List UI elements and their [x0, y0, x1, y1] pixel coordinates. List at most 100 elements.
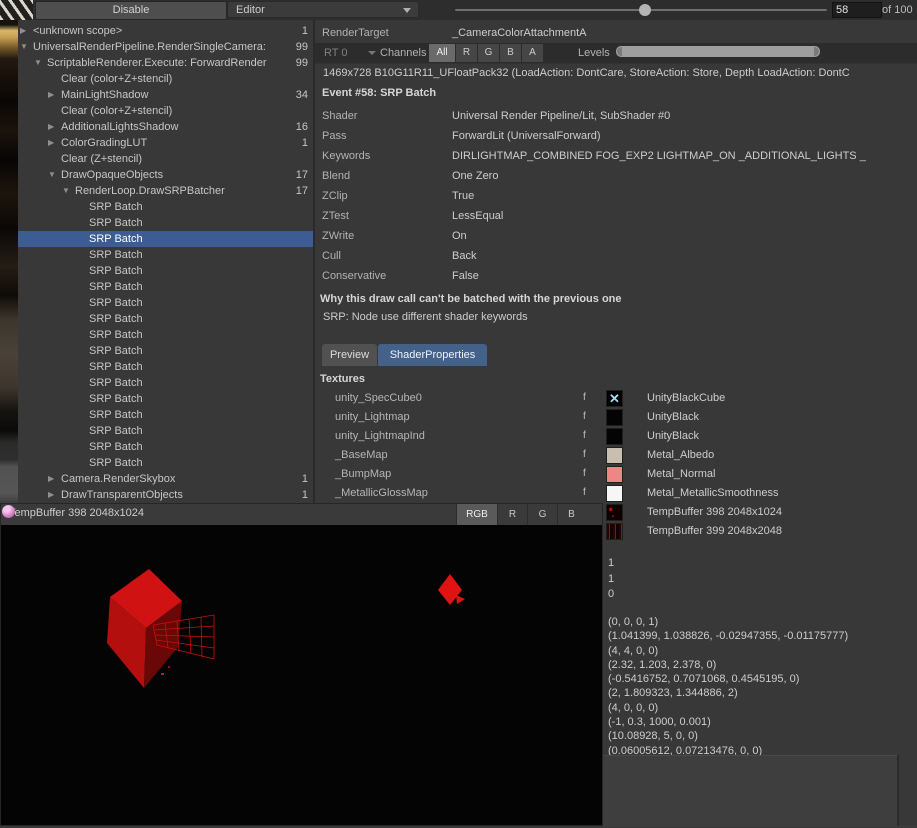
preview-channel-button-g[interactable]: G: [527, 504, 557, 525]
texture-row[interactable]: unity_LightmapfUnityBlack: [315, 408, 917, 427]
tree-row[interactable]: Clear (color+Z+stencil): [18, 103, 313, 119]
tree-row[interactable]: SRP Batch: [18, 199, 313, 215]
tree-row[interactable]: Clear (Z+stencil): [18, 151, 313, 167]
levels-min-handle[interactable]: [617, 47, 622, 56]
frame-slider-knob[interactable]: [639, 4, 651, 16]
texture-flag: f: [583, 411, 586, 422]
event-detail-row: ZClipTrue: [322, 186, 912, 206]
tree-row[interactable]: ▼RenderLoop.DrawSRPBatcher17: [18, 183, 313, 199]
tree-row[interactable]: SRP Batch: [18, 423, 313, 439]
foldout-collapsed-icon[interactable]: ▶: [48, 487, 54, 503]
rt-index-dropdown[interactable]: RT 0: [320, 45, 372, 61]
tree-row-count: 34: [296, 87, 308, 103]
texture-preview-header[interactable]: TempBuffer 398 2048x1024 RGBRGBA: [1, 504, 602, 526]
tree-row[interactable]: ▶AdditionalLightsShadow16: [18, 119, 313, 135]
texture-property-name: unity_Lightmap: [335, 411, 410, 423]
foldout-collapsed-icon[interactable]: ▶: [48, 471, 54, 487]
vector-value: (4, 4, 0, 0): [608, 644, 848, 658]
texture-row[interactable]: unity_SpecCube0f✕UnityBlackCube: [315, 389, 917, 408]
tree-row-count: 17: [296, 183, 308, 199]
levels-range-slider[interactable]: [616, 46, 820, 57]
chevron-down-icon: [368, 51, 376, 55]
texture-asset-name: TempBuffer 399 2048x2048: [647, 525, 782, 537]
foldout-collapsed-icon[interactable]: ▶: [48, 135, 54, 151]
tree-row-count: 17: [296, 167, 308, 183]
tree-row-label: UniversalRenderPipeline.RenderSingleCame…: [33, 39, 266, 55]
target-selector-dropdown[interactable]: Editor: [227, 1, 419, 18]
tree-row[interactable]: SRP Batch: [18, 407, 313, 423]
texture-property-name: unity_SpecCube0: [335, 392, 422, 404]
texture-thumbnail-albedo: [606, 447, 623, 464]
tree-row[interactable]: ▼ UniversalRenderPipeline.RenderSingleCam…: [18, 39, 313, 55]
texture-asset-name: UnityBlackCube: [647, 392, 725, 404]
tree-row[interactable]: SRP Batch: [18, 359, 313, 375]
tree-row[interactable]: ▶Camera.RenderSkybox1: [18, 471, 313, 487]
background-scene-strip: [0, 20, 18, 503]
tree-row[interactable]: ▶ColorGradingLUT1: [18, 135, 313, 151]
render-target-info: 1469x728 B10G11R11_UFloatPack32 (LoadAct…: [323, 67, 915, 79]
tree-row[interactable]: ▼ScriptableRenderer.Execute: ForwardRend…: [18, 55, 313, 71]
detail-value: One Zero: [452, 166, 912, 186]
foldout-expanded-icon[interactable]: ▼: [34, 55, 42, 71]
channel-button-r[interactable]: R: [456, 44, 477, 62]
tree-row[interactable]: ▼DrawOpaqueObjects17: [18, 167, 313, 183]
tree-row[interactable]: SRP Batch: [18, 263, 313, 279]
texture-row[interactable]: _BaseMapfMetal_Albedo: [315, 446, 917, 465]
tree-row[interactable]: SRP Batch: [18, 279, 313, 295]
texture-row[interactable]: _MetallicGlossMapfMetal_MetallicSmoothne…: [315, 484, 917, 503]
detail-key: Keywords: [322, 146, 370, 166]
preview-render: [1, 525, 602, 825]
foldout-expanded-icon[interactable]: ▼: [62, 183, 70, 199]
texture-flag: f: [583, 392, 586, 403]
foldout-collapsed-icon[interactable]: ▶: [48, 119, 54, 135]
detail-value: True: [452, 186, 912, 206]
preview-channel-button-r[interactable]: R: [497, 504, 527, 525]
vector-value: (4, 0, 0, 0): [608, 701, 848, 715]
tree-row[interactable]: SRP Batch: [18, 343, 313, 359]
tree-row[interactable]: SRP Batch: [18, 327, 313, 343]
tree-row[interactable]: SRP Batch: [18, 311, 313, 327]
texture-thumbnail-white: [606, 485, 623, 502]
texture-flag: f: [583, 468, 586, 479]
tree-row[interactable]: SRP Batch: [18, 439, 313, 455]
tree-row[interactable]: ▶MainLightShadow34: [18, 87, 313, 103]
frame-number-input[interactable]: [832, 2, 882, 18]
foldout-expanded-icon[interactable]: ▼: [20, 39, 28, 55]
tree-row[interactable]: SRP Batch: [18, 391, 313, 407]
preview-channel-button-b[interactable]: B: [557, 504, 585, 525]
tree-row[interactable]: SRP Batch: [18, 247, 313, 263]
texture-asset-name: UnityBlack: [647, 430, 699, 442]
tree-row-count: 16: [296, 119, 308, 135]
tree-row[interactable]: Clear (color+Z+stencil): [18, 71, 313, 87]
tree-row[interactable]: SRP Batch: [18, 215, 313, 231]
preview-channel-button-rgb[interactable]: RGB: [456, 504, 497, 525]
tab-preview[interactable]: Preview: [322, 344, 377, 366]
tree-row[interactable]: SRP Batch: [18, 455, 313, 471]
tree-row[interactable]: SRP Batch: [18, 231, 313, 247]
rt-index-label: RT 0: [324, 47, 347, 59]
target-selector-label: Editor: [236, 4, 265, 16]
tree-row[interactable]: SRP Batch: [18, 295, 313, 311]
tree-row-label: SRP Batch: [89, 423, 143, 439]
channel-button-b[interactable]: B: [500, 44, 521, 62]
tree-row-label: SRP Batch: [89, 455, 143, 471]
tree-row[interactable]: ▶DrawTransparentObjects1: [18, 487, 313, 503]
foldout-collapsed-icon[interactable]: ▶: [48, 87, 54, 103]
channel-button-g[interactable]: G: [478, 44, 499, 62]
channel-button-a[interactable]: A: [522, 44, 543, 62]
event-tree: ▶<unknown scope>1▼UniversalRenderPipelin…: [18, 20, 313, 503]
texture-thumbnail-black: [606, 428, 623, 445]
tree-row[interactable]: ▶<unknown scope>1: [18, 23, 313, 39]
texture-row[interactable]: _BumpMapfMetal_Normal: [315, 465, 917, 484]
texture-row[interactable]: unity_LightmapIndfUnityBlack: [315, 427, 917, 446]
tree-row-label: SRP Batch: [89, 359, 143, 375]
foldout-collapsed-icon[interactable]: ▶: [20, 23, 26, 39]
disable-button[interactable]: Disable: [35, 1, 227, 20]
channel-button-all[interactable]: All: [429, 44, 455, 62]
tab-shader-properties[interactable]: ShaderProperties: [378, 344, 487, 366]
tree-row[interactable]: SRP Batch: [18, 375, 313, 391]
event-detail-row: ConservativeFalse: [322, 266, 912, 286]
foldout-expanded-icon[interactable]: ▼: [48, 167, 56, 183]
levels-max-handle[interactable]: [814, 47, 819, 56]
tree-row-label: SRP Batch: [89, 375, 143, 391]
